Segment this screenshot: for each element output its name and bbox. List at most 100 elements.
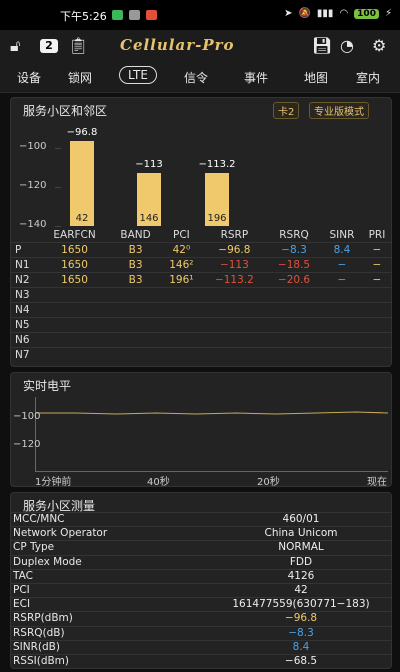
x-tick-label: 40秒 <box>147 477 170 488</box>
measurement-key: TAC <box>13 569 33 582</box>
sim-badge[interactable]: 2 <box>40 39 58 53</box>
row-label: N3 <box>11 287 39 303</box>
table-cell <box>266 347 322 362</box>
table-cell: −8.3 <box>266 242 322 258</box>
notification-icons <box>112 10 157 20</box>
serving-measurement-panel: 服务小区测量 MCC/MNC 460/01 Network Operator Chin… <box>10 492 392 669</box>
table-cell <box>201 347 267 362</box>
y-gridline <box>55 147 61 149</box>
charging-icon: ⚡ <box>384 8 392 19</box>
table-header <box>11 228 39 243</box>
table-header: EARFCN <box>53 229 96 241</box>
tab-lock-network[interactable]: 锁网 <box>68 69 92 86</box>
row-label: N6 <box>11 332 39 348</box>
table-cell: 196¹ <box>161 272 202 288</box>
measurement-value: −96.8 <box>284 612 318 625</box>
table-cell <box>39 302 111 318</box>
table-header: RSRP <box>220 229 249 241</box>
table-row[interactable]: N7 <box>11 347 391 362</box>
row-label: N4 <box>11 302 39 318</box>
table-cell: −18.5 <box>266 257 322 273</box>
measurement-key: Duplex Mode <box>13 555 82 568</box>
save-icon[interactable]: 💾︎ <box>312 36 332 55</box>
gauge-icon[interactable]: ◔ <box>340 36 354 55</box>
signal-icon: ▮▮▮ <box>316 8 334 19</box>
table-cell <box>362 332 391 348</box>
measurement-value: 460/01 <box>282 513 320 525</box>
table-cell <box>266 302 322 318</box>
measurement-row: SINR(dB) 8.4 <box>11 639 391 655</box>
table-row[interactable]: N4 <box>11 302 391 318</box>
tab-bar: 设备 锁网 LTE 信令 事件 地图 室内 <box>0 62 400 93</box>
bar-value-label: −113.2 <box>198 159 236 171</box>
table-header: SINR <box>329 229 355 241</box>
y-tick-label: −100 <box>13 411 41 422</box>
gear-icon[interactable]: ⚙ <box>372 36 386 55</box>
table-cell: 42⁰ <box>161 242 202 258</box>
wifi-icon: ◠ <box>339 8 349 19</box>
measurement-row: RSRP(dBm) −96.8 <box>11 611 391 626</box>
measurement-key: ECI <box>13 598 31 611</box>
bar-category-label: 42 <box>75 213 89 224</box>
table-cell <box>362 287 391 303</box>
tab-indoor[interactable]: 室内 <box>356 69 380 86</box>
table-row[interactable]: N5 <box>11 317 391 333</box>
toolbar: 🔓︎ 2 📋︎ Cellular-Pro 💾︎ ◔ ⚙ <box>0 30 400 62</box>
table-row[interactable]: N6 <box>11 332 391 348</box>
y-gridline <box>55 186 61 188</box>
lock-icon[interactable]: 🔓︎ <box>10 36 20 56</box>
table-cell <box>266 287 322 303</box>
clipboard-icon[interactable]: 📋︎ <box>68 36 88 55</box>
table-cell <box>110 347 162 362</box>
level-line <box>36 411 388 415</box>
table-cell: − <box>362 257 391 273</box>
measurement-value: 4126 <box>287 569 315 582</box>
table-row[interactable]: N2 1650 B3 196¹ −113.2 −20.6− − <box>11 272 391 288</box>
measurement-row: ECI 161477559(630771−183) <box>11 597 391 612</box>
table-cell <box>321 332 363 348</box>
x-tick-label: 20秒 <box>257 477 280 488</box>
y-tick-label: −120 <box>19 179 47 191</box>
x-tick-label: 现在 <box>367 477 387 488</box>
location-icon: ➤ <box>284 8 293 19</box>
realtime-plot <box>35 397 388 472</box>
tab-device[interactable]: 设备 <box>17 69 41 86</box>
table-cell <box>201 287 267 303</box>
table-cell <box>266 317 322 333</box>
bar-value-label: −96.8 <box>66 127 98 139</box>
realtime-level-panel: 实时电平 −100 −120 1分钟前 40秒 20秒 现在 <box>10 372 392 488</box>
table-header: PCI <box>173 229 190 241</box>
table-header: RSRQ <box>279 229 309 241</box>
table-cell <box>161 302 202 318</box>
table-cell <box>321 287 363 303</box>
measurement-value: 8.4 <box>292 640 310 653</box>
status-bar: 下午5:26 ➤ 🔕 ▮▮▮ ◠ 100 ⚡ <box>0 0 400 30</box>
measurement-key: Network Operator <box>13 527 108 540</box>
bar-category-label: 196 <box>207 213 227 224</box>
measurement-key: RSRQ(dB) <box>13 626 65 639</box>
table-cell <box>321 302 363 318</box>
table-row[interactable]: N1 1650 B3 146² −113 −18.5− − <box>11 257 391 273</box>
tab-lte[interactable]: LTE <box>119 66 157 84</box>
measurement-value: 42 <box>294 584 308 596</box>
table-cell <box>201 332 267 348</box>
table-cell <box>161 347 202 362</box>
measurement-row: RSSI(dBm) −68.5 <box>11 654 391 669</box>
table-row[interactable]: N3 <box>11 287 391 303</box>
tab-events[interactable]: 事件 <box>244 69 268 86</box>
table-cell: −20.6 <box>266 272 322 288</box>
table-cell: − <box>321 272 363 288</box>
table-header: BAND <box>120 229 151 241</box>
table-cell <box>39 317 111 333</box>
table-cell: 8.4 <box>321 242 363 258</box>
table-cell: 146² <box>161 257 202 273</box>
table-cell <box>110 317 162 333</box>
table-cell <box>39 287 111 303</box>
tab-signaling[interactable]: 信令 <box>184 69 208 86</box>
tab-map[interactable]: 地图 <box>304 69 328 86</box>
y-gridline <box>55 226 61 227</box>
table-cell: −113 <box>201 257 267 273</box>
table-row[interactable]: P 1650 B3 42⁰ −96.8 −8.3 8.4− <box>11 242 391 258</box>
cell-table: EARFCN BAND PCI RSRP RSRQ SINR PRI P 1650 B3 42⁰ −… <box>11 228 391 362</box>
measurement-row: RSRQ(dB) −8.3 <box>11 625 391 641</box>
